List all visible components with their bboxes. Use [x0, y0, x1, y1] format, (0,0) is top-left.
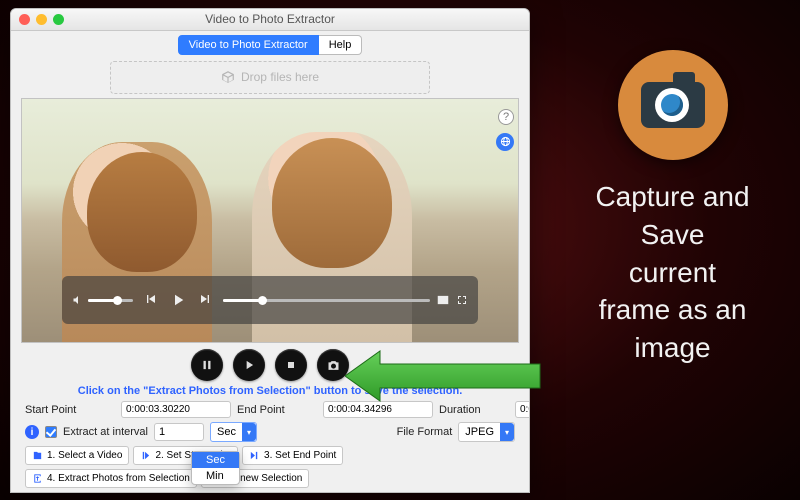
dropzone[interactable]: Drop files here	[110, 61, 430, 94]
info-icon[interactable]: i	[25, 425, 39, 439]
window-title: Video to Photo Extractor	[11, 12, 529, 26]
interval-value-input[interactable]: 1	[154, 423, 204, 441]
volume-control[interactable]	[72, 294, 133, 306]
play-button[interactable]	[233, 349, 265, 381]
start-point-label: Start Point	[25, 404, 115, 416]
globe-icon[interactable]	[496, 133, 514, 151]
app-window: Video to Photo Extractor Video to Photo …	[10, 8, 530, 493]
player-controls	[62, 276, 478, 324]
box-icon	[221, 70, 235, 84]
pip-icon[interactable]	[436, 293, 450, 307]
interval-unit-select[interactable]: Sec▾	[210, 422, 257, 442]
stop-button[interactable]	[275, 349, 307, 381]
unit-option-sec[interactable]: Sec	[192, 452, 239, 468]
toolbar-tabs: Video to Photo Extractor Help	[11, 31, 529, 55]
extract-interval-label: Extract at interval	[63, 426, 148, 438]
step-set-end[interactable]: 3. Set End Point	[242, 446, 343, 465]
file-format-select[interactable]: JPEG▾	[458, 422, 515, 442]
camera-badge-icon	[618, 50, 728, 160]
tab-help[interactable]: Help	[319, 35, 363, 55]
titlebar: Video to Photo Extractor	[11, 9, 529, 31]
file-format-label: File Format	[397, 426, 453, 438]
play-icon[interactable]	[169, 291, 187, 309]
step-extract[interactable]: 4. Extract Photos from Selection	[25, 469, 197, 488]
volume-slider[interactable]	[88, 299, 133, 302]
video-preview: ?	[21, 98, 519, 343]
volume-icon	[72, 294, 84, 306]
seek-slider[interactable]	[223, 299, 430, 302]
step-back-icon[interactable]	[143, 291, 159, 307]
promo-text: Capture and Save current frame as an ima…	[595, 178, 749, 367]
end-point-label: End Point	[237, 404, 317, 416]
start-point-value[interactable]: 0:00:03.30220	[121, 401, 231, 418]
tab-main[interactable]: Video to Photo Extractor	[178, 35, 319, 55]
step-select-video[interactable]: 1. Select a Video	[25, 446, 129, 465]
fullscreen-icon[interactable]	[456, 294, 468, 306]
unit-option-min[interactable]: Min	[192, 468, 239, 484]
extract-interval-checkbox[interactable]	[45, 426, 57, 438]
help-icon[interactable]: ?	[498, 109, 514, 125]
promo-panel: Capture and Save current frame as an ima…	[555, 50, 790, 367]
interval-unit-dropdown: Sec Min	[191, 451, 240, 485]
dropzone-label: Drop files here	[241, 70, 319, 84]
step-forward-icon[interactable]	[197, 291, 213, 307]
pause-button[interactable]	[191, 349, 223, 381]
callout-arrow	[345, 346, 545, 406]
